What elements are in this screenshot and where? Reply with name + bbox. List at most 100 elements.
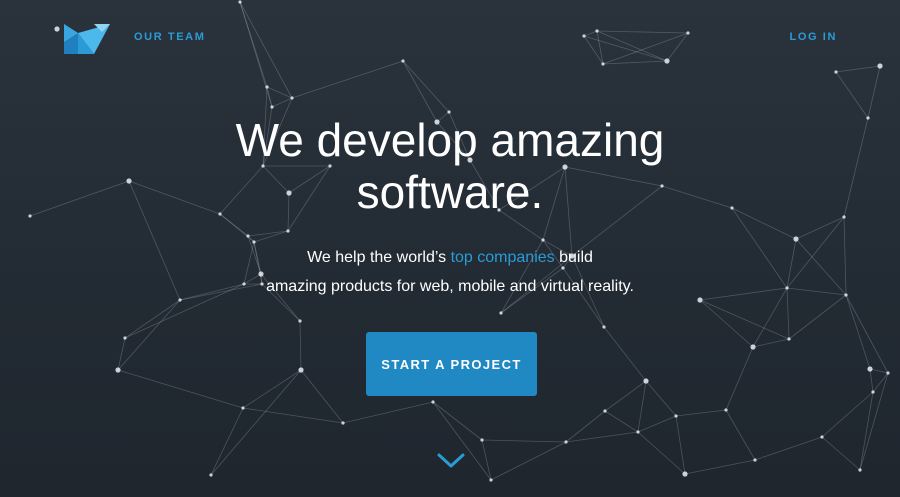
- network-edge: [583, 30, 598, 37]
- hero-title: We develop amazing software.: [0, 114, 900, 218]
- network-edge: [788, 294, 847, 340]
- network-node: [290, 96, 294, 100]
- network-node: [867, 366, 873, 372]
- network-edge: [117, 337, 126, 371]
- network-node: [871, 390, 875, 394]
- network-edge: [725, 409, 756, 461]
- network-edge: [596, 30, 689, 34]
- network-node: [265, 85, 269, 89]
- network-node: [431, 400, 435, 404]
- network-node: [238, 0, 242, 4]
- network-edge: [699, 299, 790, 340]
- hero-subtitle-text-end: build: [554, 249, 593, 266]
- network-edge: [253, 230, 289, 243]
- network-node: [115, 367, 121, 373]
- network-edge: [242, 369, 302, 409]
- network-edge: [845, 294, 889, 374]
- network-edge: [402, 60, 450, 113]
- network-node: [750, 344, 756, 350]
- network-node: [595, 29, 599, 33]
- network-node: [341, 421, 345, 425]
- network-node: [787, 337, 791, 341]
- hero-subtitle: We help the world’s top companies build a…: [0, 243, 900, 301]
- hero-title-line1: We develop amazing: [235, 114, 665, 166]
- network-edge: [604, 410, 639, 433]
- network-edge: [637, 415, 677, 433]
- network-node: [298, 367, 304, 373]
- network-edge: [602, 60, 668, 65]
- network-edge: [835, 65, 881, 73]
- network-node: [489, 478, 493, 482]
- chevron-down-icon[interactable]: [436, 452, 466, 470]
- network-edge: [835, 71, 869, 119]
- hero-subtitle-text: We help the world’s: [307, 249, 451, 266]
- network-edge: [583, 35, 668, 62]
- network-edge: [210, 407, 244, 476]
- network-node: [480, 438, 484, 442]
- network-node: [54, 26, 60, 32]
- network-edge: [684, 459, 756, 475]
- hero-title-line2: software.: [356, 166, 544, 218]
- network-edge: [675, 415, 686, 475]
- network-node: [541, 238, 545, 242]
- network-node: [636, 430, 640, 434]
- network-edge: [210, 369, 302, 476]
- network-edge: [117, 299, 181, 371]
- network-node: [886, 371, 890, 375]
- network-edge: [117, 369, 244, 409]
- start-project-button[interactable]: START A PROJECT: [366, 332, 537, 396]
- network-node: [682, 471, 688, 477]
- network-edge: [596, 30, 668, 62]
- network-node: [686, 31, 690, 35]
- hero-subtitle-line2: amazing products for web, mobile and vir…: [266, 278, 634, 295]
- network-node: [664, 58, 670, 64]
- network-edge: [867, 65, 881, 119]
- network-node: [877, 63, 883, 69]
- network-node: [793, 236, 799, 242]
- network-edge: [602, 32, 689, 65]
- network-edge: [869, 368, 874, 393]
- network-edge: [637, 380, 647, 433]
- network-edge: [299, 320, 302, 371]
- network-node: [246, 234, 250, 238]
- network-edge: [239, 1, 273, 108]
- network-node: [209, 473, 213, 477]
- network-edge: [725, 346, 754, 411]
- network-edge: [795, 216, 845, 240]
- network-edge: [604, 380, 647, 412]
- network-node: [858, 468, 862, 472]
- network-node: [601, 62, 605, 66]
- network-edge: [821, 391, 874, 438]
- network-edge: [247, 230, 289, 237]
- network-edge: [342, 401, 434, 424]
- network-edge: [124, 299, 181, 339]
- network-edge: [859, 372, 889, 471]
- network-edge: [603, 326, 647, 382]
- network-node: [582, 34, 586, 38]
- nav-login-link[interactable]: LOG IN: [790, 31, 838, 43]
- network-edge: [481, 439, 567, 443]
- network-edge: [821, 436, 861, 471]
- network-node: [564, 440, 568, 444]
- network-edge: [637, 431, 686, 475]
- network-edge: [402, 60, 438, 123]
- nav-our-team-link[interactable]: OUR TEAM: [134, 31, 205, 43]
- network-node: [603, 409, 607, 413]
- network-node: [602, 325, 606, 329]
- network-node: [820, 435, 824, 439]
- network-node: [499, 311, 503, 315]
- network-node: [674, 414, 678, 418]
- top-companies-link[interactable]: top companies: [451, 249, 555, 266]
- network-edge: [754, 436, 823, 461]
- network-edge: [675, 409, 727, 417]
- network-edge: [845, 294, 871, 370]
- brand-logo-icon[interactable]: [64, 24, 110, 54]
- network-edge: [291, 60, 404, 99]
- network-edge: [490, 441, 567, 481]
- network-edge: [872, 372, 889, 393]
- network-node: [286, 229, 290, 233]
- network-node: [401, 59, 405, 63]
- network-node: [753, 458, 757, 462]
- network-edge: [645, 380, 677, 417]
- network-node: [298, 319, 302, 323]
